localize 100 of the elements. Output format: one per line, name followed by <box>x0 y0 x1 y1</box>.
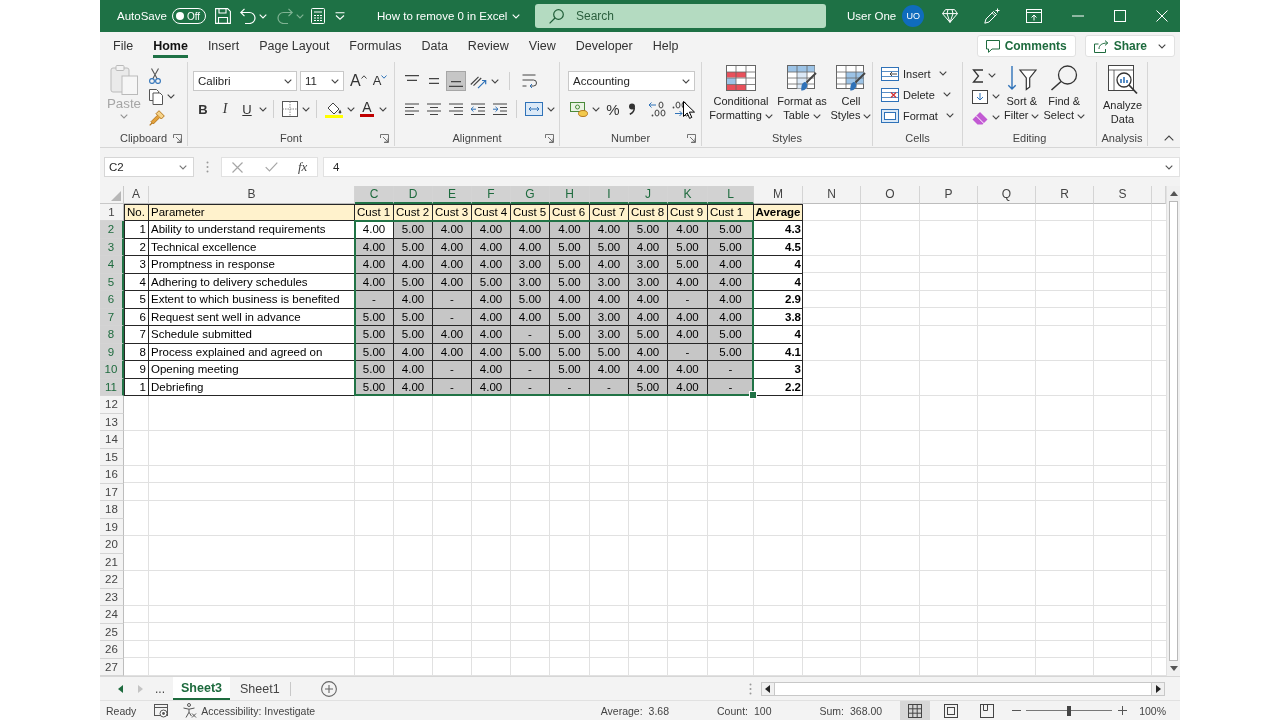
column-header[interactable]: G <box>511 186 550 204</box>
column-header[interactable]: N <box>803 186 861 204</box>
decrease-indent-icon[interactable] <box>470 102 486 116</box>
grip-icon[interactable] <box>206 161 209 173</box>
caret-icon[interactable] <box>992 115 1000 120</box>
add-icon[interactable] <box>320 680 337 697</box>
left-arrow-icon[interactable] <box>118 684 123 693</box>
cell-styles-button[interactable]: Cell Styles <box>829 65 873 122</box>
row-header[interactable]: 16 <box>100 466 124 484</box>
increase-decimal-icon[interactable] <box>648 101 666 117</box>
align-left-icon[interactable] <box>404 102 420 116</box>
accessibility-icon[interactable] <box>183 703 198 718</box>
column-header[interactable]: K <box>668 186 708 204</box>
sheet-tab[interactable]: Sheet3 <box>173 677 230 700</box>
caret-icon[interactable] <box>347 106 355 112</box>
undo-icon[interactable] <box>239 8 256 24</box>
font-color-button[interactable]: A <box>357 99 377 119</box>
checkmark-icon[interactable] <box>265 162 278 172</box>
comments-button[interactable]: Comments <box>976 35 1076 57</box>
row-header[interactable]: 18 <box>100 501 124 519</box>
scrollbar-thumb[interactable] <box>774 682 1152 695</box>
window-arrow-icon[interactable] <box>1026 9 1042 23</box>
dialog-launcher-icon[interactable] <box>173 133 182 143</box>
overflow-caret-icon[interactable] <box>334 12 345 20</box>
font-size-field[interactable]: 11 <box>300 71 344 91</box>
user-avatar[interactable]: UO <box>902 5 925 27</box>
pen-icon[interactable] <box>984 8 1000 24</box>
minus-icon[interactable] <box>1012 710 1022 711</box>
wrap-text-icon[interactable] <box>522 73 538 89</box>
scrollbar-thumb[interactable] <box>1169 201 1178 661</box>
shrink-font-button[interactable]: A <box>372 71 388 91</box>
sigma-icon[interactable] <box>972 68 984 83</box>
maximize-icon[interactable] <box>1114 10 1126 22</box>
grip-icon[interactable] <box>749 682 752 695</box>
scroll-left-icon[interactable] <box>765 684 770 693</box>
scroll-down-icon[interactable] <box>1169 666 1178 671</box>
copy-icon[interactable] <box>149 88 163 105</box>
increase-indent-icon[interactable] <box>492 102 508 116</box>
macro-record-icon[interactable] <box>154 703 169 718</box>
row-header[interactable]: 22 <box>100 571 124 589</box>
row-header[interactable]: 10 <box>100 361 124 379</box>
row-header[interactable]: 2 <box>100 221 124 239</box>
dialog-launcher-icon[interactable] <box>545 133 554 143</box>
caret-icon[interactable] <box>302 106 310 112</box>
scroll-up-icon[interactable] <box>1169 191 1178 196</box>
column-header[interactable]: Q <box>978 186 1036 204</box>
plus-icon[interactable] <box>1118 706 1128 715</box>
font-name-field[interactable]: Calibri <box>193 71 297 91</box>
row-header[interactable]: 14 <box>100 431 124 449</box>
document-title[interactable]: How to remove 0 in Excel <box>377 10 521 22</box>
caret-icon[interactable] <box>988 73 996 78</box>
save-icon[interactable] <box>214 8 231 24</box>
horizontal-scrollbar[interactable] <box>761 681 1165 696</box>
find-select-button[interactable]: Find & Select <box>1041 65 1088 122</box>
dialog-launcher-icon[interactable] <box>380 133 389 143</box>
vertical-align-button[interactable] <box>446 71 466 91</box>
caret-icon[interactable] <box>491 78 499 84</box>
fill-handle[interactable] <box>749 391 757 399</box>
normal-view-button[interactable] <box>900 700 931 720</box>
row-header[interactable]: 12 <box>100 396 124 414</box>
sort-filter-button[interactable]: Sort & Filter <box>1002 65 1042 122</box>
scroll-right-icon[interactable] <box>1156 684 1161 693</box>
row-header[interactable]: 24 <box>100 606 124 624</box>
align-center-icon[interactable] <box>426 102 442 116</box>
caret-icon[interactable] <box>259 106 267 112</box>
row-header[interactable]: 8 <box>100 326 124 344</box>
format-as-table-button[interactable]: Format as Table <box>775 65 829 122</box>
insert-function-button[interactable]: fx <box>298 159 308 175</box>
close-icon[interactable] <box>1156 10 1168 22</box>
column-header[interactable]: I <box>590 186 629 204</box>
column-header[interactable]: F <box>472 186 511 204</box>
column-header[interactable]: L <box>708 186 754 204</box>
row-header[interactable]: 4 <box>100 256 124 274</box>
underline-button[interactable]: U <box>237 99 257 119</box>
insert-cells-button[interactable]: Insert <box>881 63 962 84</box>
format-cells-button[interactable]: Format <box>881 105 962 126</box>
column-header[interactable]: P <box>920 186 978 204</box>
column-header[interactable]: H <box>550 186 590 204</box>
fill-down-icon[interactable] <box>972 89 988 104</box>
caret-icon[interactable] <box>379 106 387 112</box>
caret-icon[interactable] <box>992 94 1000 99</box>
percent-button[interactable]: % <box>602 99 624 119</box>
caret-icon[interactable] <box>592 106 600 112</box>
column-header[interactable]: R <box>1036 186 1094 204</box>
more-sheets-button[interactable]: ... <box>155 681 165 696</box>
borders-icon[interactable] <box>282 101 298 117</box>
diamond-icon[interactable] <box>942 9 958 23</box>
caret-icon[interactable] <box>547 106 555 112</box>
sheet-tab[interactable]: Sheet1 <box>232 677 288 700</box>
conditional-formatting-button[interactable]: Conditional Formatting <box>707 65 775 122</box>
scissors-icon[interactable] <box>149 67 161 84</box>
vertical-scrollbar[interactable] <box>1166 186 1180 676</box>
row-header[interactable]: 26 <box>100 641 124 659</box>
search-field[interactable]: Search <box>535 4 826 28</box>
column-header[interactable]: M <box>754 186 803 204</box>
caret-icon[interactable] <box>167 94 175 99</box>
number-format-field[interactable]: Accounting <box>568 71 695 91</box>
grow-font-button[interactable]: A <box>350 71 367 91</box>
column-header[interactable]: B <box>149 186 355 204</box>
zoom-slider-thumb[interactable] <box>1067 705 1072 716</box>
